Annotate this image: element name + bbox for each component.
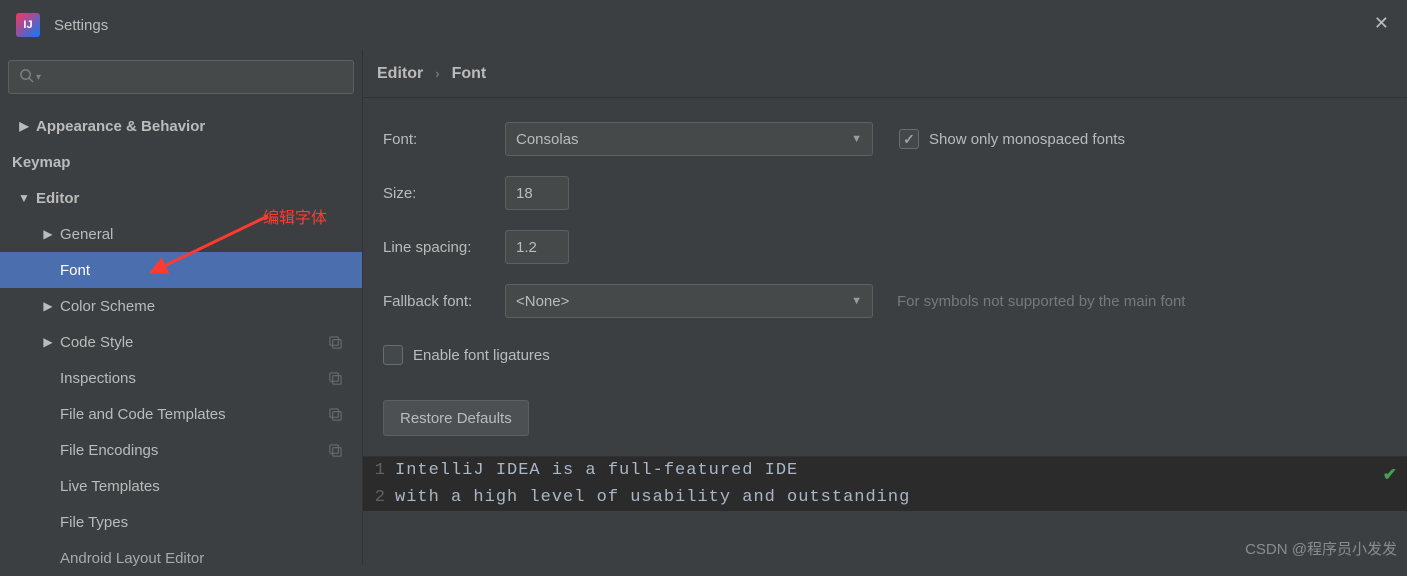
sidebar-item-editor[interactable]: ▼Editor — [8, 180, 354, 216]
settings-sidebar: ▾ ▶Appearance & BehaviorKeymap▼Editor▶Ge… — [0, 50, 363, 565]
chevron-down-icon: ▾ — [36, 72, 41, 83]
scope-icon — [326, 405, 344, 423]
preview-line: 1IntelliJ IDEA is a full-featured IDE — [363, 457, 1407, 484]
window-title: Settings — [54, 17, 108, 34]
tree-arrow-icon: ▼ — [12, 191, 36, 205]
preview-text: IntelliJ IDEA is a full-featured IDE — [395, 457, 798, 484]
preview-text: with a high level of usability and outst… — [395, 484, 910, 511]
chevron-down-icon: ▼ — [851, 295, 862, 307]
check-icon: ✔ — [1383, 463, 1397, 490]
sidebar-item-code-style[interactable]: ▶Code Style — [8, 324, 354, 360]
scope-icon — [326, 441, 344, 459]
sidebar-item-file-encodings[interactable]: File Encodings — [8, 432, 354, 468]
sidebar-item-label: Appearance & Behavior — [36, 118, 344, 135]
fallback-combobox[interactable]: <None> ▼ — [505, 284, 873, 318]
breadcrumb-leaf: Font — [452, 65, 487, 83]
line-spacing-value: 1.2 — [516, 239, 537, 256]
fallback-label: Fallback font: — [383, 293, 505, 310]
size-field[interactable]: 18 — [505, 176, 569, 210]
line-spacing-field[interactable]: 1.2 — [505, 230, 569, 264]
sidebar-item-label: File Encodings — [60, 442, 326, 459]
close-icon[interactable]: ✕ — [1374, 14, 1389, 32]
sidebar-item-file-and-code-templates[interactable]: File and Code Templates — [8, 396, 354, 432]
ligatures-label[interactable]: Enable font ligatures — [413, 347, 550, 364]
scope-icon — [326, 333, 344, 351]
font-preview: 1IntelliJ IDEA is a full-featured IDE2wi… — [363, 456, 1407, 511]
settings-content: Editor › Font Font: Consolas ▼ Show only… — [363, 50, 1407, 565]
sidebar-item-label: Color Scheme — [60, 298, 344, 315]
sidebar-item-label: Android Layout Editor — [60, 550, 344, 567]
breadcrumb-root[interactable]: Editor — [377, 65, 423, 83]
sidebar-item-label: Live Templates — [60, 478, 344, 495]
fallback-value: <None> — [516, 293, 569, 310]
fallback-hint: For symbols not supported by the main fo… — [897, 293, 1185, 310]
sidebar-item-label: Editor — [36, 190, 344, 207]
titlebar: IJ Settings ✕ — [0, 0, 1407, 50]
font-label: Font: — [383, 131, 505, 148]
sidebar-item-android-layout-editor[interactable]: Android Layout Editor — [8, 540, 354, 576]
sidebar-item-font[interactable]: Font — [0, 252, 362, 288]
size-value: 18 — [516, 185, 533, 202]
sidebar-item-keymap[interactable]: Keymap — [8, 144, 354, 180]
sidebar-item-label: File Types — [60, 514, 344, 531]
sidebar-item-label: File and Code Templates — [60, 406, 326, 423]
tree-arrow-icon: ▶ — [36, 299, 60, 313]
ligatures-checkbox[interactable] — [383, 345, 403, 365]
monospace-checkbox[interactable] — [899, 129, 919, 149]
sidebar-item-label: General — [60, 226, 344, 243]
chevron-right-icon: › — [435, 66, 439, 81]
breadcrumb: Editor › Font — [363, 50, 1407, 98]
sidebar-item-label: Code Style — [60, 334, 326, 351]
search-input[interactable]: ▾ — [8, 60, 354, 94]
scope-icon — [326, 369, 344, 387]
preview-line: 2with a high level of usability and outs… — [363, 484, 1407, 511]
sidebar-item-label: Inspections — [60, 370, 326, 387]
sidebar-item-inspections[interactable]: Inspections — [8, 360, 354, 396]
chevron-down-icon: ▼ — [851, 133, 862, 145]
sidebar-item-label: Keymap — [12, 154, 344, 171]
line-spacing-label: Line spacing: — [383, 239, 505, 256]
tree-arrow-icon: ▶ — [12, 119, 36, 133]
restore-defaults-button[interactable]: Restore Defaults — [383, 400, 529, 436]
monospace-label[interactable]: Show only monospaced fonts — [929, 131, 1125, 148]
app-icon: IJ — [16, 13, 40, 37]
sidebar-item-file-types[interactable]: File Types — [8, 504, 354, 540]
settings-tree: ▶Appearance & BehaviorKeymap▼Editor▶Gene… — [8, 108, 354, 576]
gutter-number: 2 — [363, 484, 395, 511]
sidebar-item-color-scheme[interactable]: ▶Color Scheme — [8, 288, 354, 324]
sidebar-item-appearance-behavior[interactable]: ▶Appearance & Behavior — [8, 108, 354, 144]
tree-arrow-icon: ▶ — [36, 227, 60, 241]
search-icon — [19, 68, 34, 87]
tree-arrow-icon: ▶ — [36, 335, 60, 349]
sidebar-item-label: Font — [60, 262, 344, 279]
sidebar-item-general[interactable]: ▶General — [8, 216, 354, 252]
sidebar-item-live-templates[interactable]: Live Templates — [8, 468, 354, 504]
gutter-number: 1 — [363, 457, 395, 484]
font-combobox[interactable]: Consolas ▼ — [505, 122, 873, 156]
size-label: Size: — [383, 185, 505, 202]
font-value: Consolas — [516, 131, 579, 148]
